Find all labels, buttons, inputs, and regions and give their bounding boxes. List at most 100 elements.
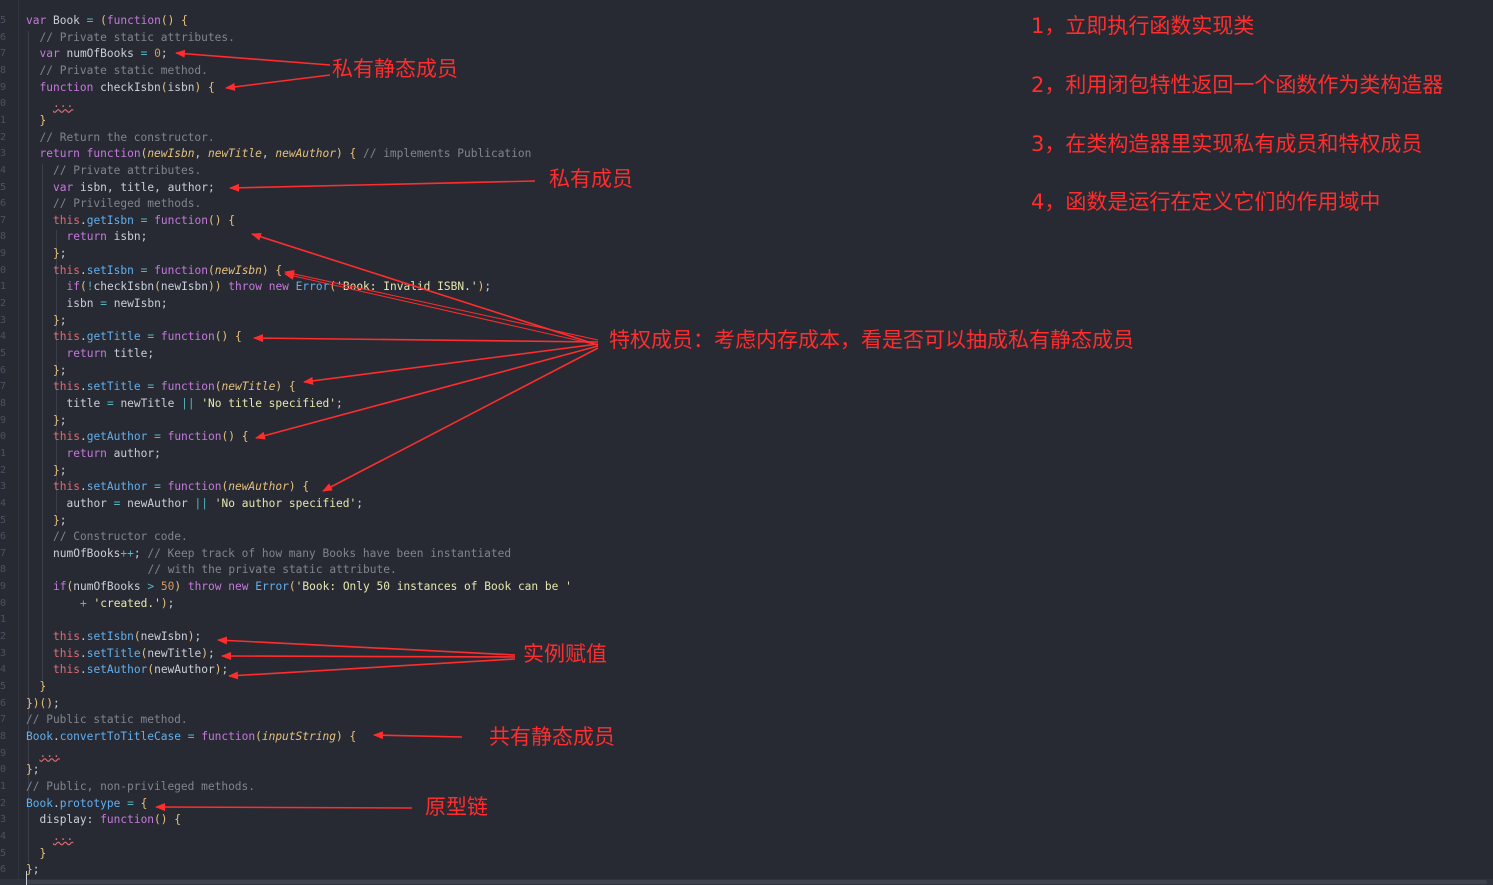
code-line[interactable]: this.getIsbn = function() { (26, 214, 235, 228)
code-line[interactable]: this.setAuthor(newAuthor); (26, 663, 228, 677)
scrollbar-thumb[interactable] (26, 880, 1487, 884)
line-number: 4 (0, 664, 7, 676)
annotation-prototype-chain: 原型链 (425, 795, 488, 819)
line-number: 8 (0, 231, 7, 243)
code-line[interactable]: numOfBooks++; // Keep track of how many … (26, 547, 511, 561)
code-line[interactable]: ... (26, 97, 73, 111)
line-number: 2 (0, 631, 7, 643)
code-line[interactable]: this.setAuthor = function(newAuthor) { (26, 480, 309, 494)
code-line[interactable]: return title; (26, 347, 155, 361)
line-number: 5 (0, 181, 7, 193)
gutter-divider (18, 0, 19, 885)
code-line[interactable]: if(numOfBooks > 50) throw new Error('Boo… (26, 580, 572, 594)
code-line[interactable]: // Public, non-privileged methods. (26, 780, 255, 794)
code-line[interactable]: var Book = (function() { (26, 14, 188, 28)
line-number: 3 (0, 481, 7, 493)
line-number: 7 (0, 48, 7, 60)
line-number: 3 (0, 314, 7, 326)
code-line[interactable]: title = newTitle || 'No title specified'… (26, 397, 343, 411)
code-line[interactable]: function checkIsbn(isbn) { (26, 81, 215, 95)
annotation-privileged: 特权成员：考虑内存成本，看是否可以抽成私有静态成员 (609, 328, 1134, 352)
line-number: 0 (0, 431, 7, 443)
text-cursor (26, 871, 27, 885)
code-line[interactable]: // Private static method. (26, 64, 208, 78)
code-line[interactable]: }; (26, 414, 67, 428)
code-line[interactable]: this.setTitle = function(newTitle) { (26, 380, 296, 394)
line-number: 1 (0, 780, 7, 792)
code-line[interactable]: } (26, 114, 47, 128)
code-line[interactable]: display: function() { (26, 813, 182, 827)
code-line[interactable]: }; (26, 364, 67, 378)
line-number: 4 (0, 830, 7, 842)
line-number: 2 (0, 797, 7, 809)
code-line[interactable]: var isbn, title, author; (26, 181, 215, 195)
code-line[interactable]: // Return the constructor. (26, 131, 215, 145)
code-line[interactable]: Book.prototype = { (26, 797, 147, 811)
code-line[interactable]: var numOfBooks = 0; (26, 47, 168, 61)
code-line[interactable]: // Private attributes. (26, 164, 201, 178)
note-1: 1，立即执行函数实现类 (1031, 14, 1255, 38)
line-number: 9 (0, 81, 7, 93)
line-number: 7 (0, 381, 7, 393)
code-line[interactable]: })(); (26, 697, 60, 711)
line-number: 9 (0, 747, 7, 759)
code-line[interactable]: return isbn; (26, 230, 148, 244)
code-line[interactable]: return function(newIsbn, newTitle, newAu… (26, 147, 532, 161)
line-number: 2 (0, 131, 7, 143)
code-line[interactable]: // Constructor code. (26, 530, 188, 544)
line-number: 0 (0, 597, 7, 609)
line-number: 7 (0, 714, 7, 726)
code-line[interactable]: this.setIsbn = function(newIsbn) { (26, 264, 282, 278)
code-line[interactable]: ... (26, 830, 73, 844)
code-line[interactable]: } (26, 680, 47, 694)
code-line[interactable]: // Public static method. (26, 713, 188, 727)
annotation-instance-assign: 实例赋值 (523, 642, 607, 666)
code-line[interactable]: }; (26, 247, 67, 261)
code-line[interactable]: }; (26, 464, 67, 478)
line-number: 9 (0, 248, 7, 260)
code-line[interactable]: // Privileged methods. (26, 197, 201, 211)
line-number: 5 (0, 514, 7, 526)
line-number: 8 (0, 64, 7, 76)
code-line[interactable]: }; (26, 863, 40, 877)
annotation-private-members: 私有成员 (549, 167, 633, 191)
line-number: 6 (0, 697, 7, 709)
line-number: 4 (0, 164, 7, 176)
line-number: 3 (0, 814, 7, 826)
note-4: 4，函数是运行在定义它们的作用域中 (1031, 190, 1381, 214)
line-number: 8 (0, 730, 7, 742)
code-line[interactable]: this.setIsbn(newIsbn); (26, 630, 201, 644)
line-number: 0 (0, 98, 7, 110)
line-number: 5 (0, 15, 7, 26)
line-number: 6 (0, 198, 7, 210)
line-number: 5 (0, 681, 7, 692)
code-line[interactable]: // Private static attributes. (26, 31, 235, 45)
line-number: 6 (0, 531, 7, 543)
code-line[interactable]: isbn = newIsbn; (26, 297, 168, 311)
code-line[interactable]: this.getTitle = function() { (26, 330, 242, 344)
line-number: 4 (0, 331, 7, 343)
code-line[interactable]: + 'created.'); (26, 597, 174, 611)
code-line[interactable]: ... (26, 747, 60, 761)
code-line[interactable]: return author; (26, 447, 161, 461)
line-number: 5 (0, 348, 7, 359)
code-line[interactable]: }; (26, 514, 67, 528)
code-line[interactable]: if(!checkIsbn(newIsbn)) throw new Error(… (26, 280, 492, 294)
line-number: 9 (0, 414, 7, 426)
code-line[interactable]: author = newAuthor || 'No author specifi… (26, 497, 363, 511)
code-line[interactable]: Book.convertToTitleCase = function(input… (26, 730, 356, 744)
annotation-public-static: 共有静态成员 (489, 725, 615, 749)
line-number: 8 (0, 564, 7, 576)
code-line[interactable]: this.setTitle(newTitle); (26, 647, 215, 661)
code-line[interactable]: this.getAuthor = function() { (26, 430, 248, 444)
line-number: 0 (0, 764, 7, 776)
note-2: 2，利用闭包特性返回一个函数作为类构造器 (1031, 73, 1444, 97)
line-number: 4 (0, 497, 7, 509)
code-line[interactable]: // with the private static attribute. (26, 563, 397, 577)
code-line[interactable]: }; (26, 763, 40, 777)
code-line[interactable]: } (26, 847, 47, 861)
code-line[interactable]: }; (26, 314, 67, 328)
line-number: 3 (0, 647, 7, 659)
line-number: 6 (0, 864, 7, 876)
line-number: 2 (0, 298, 7, 310)
